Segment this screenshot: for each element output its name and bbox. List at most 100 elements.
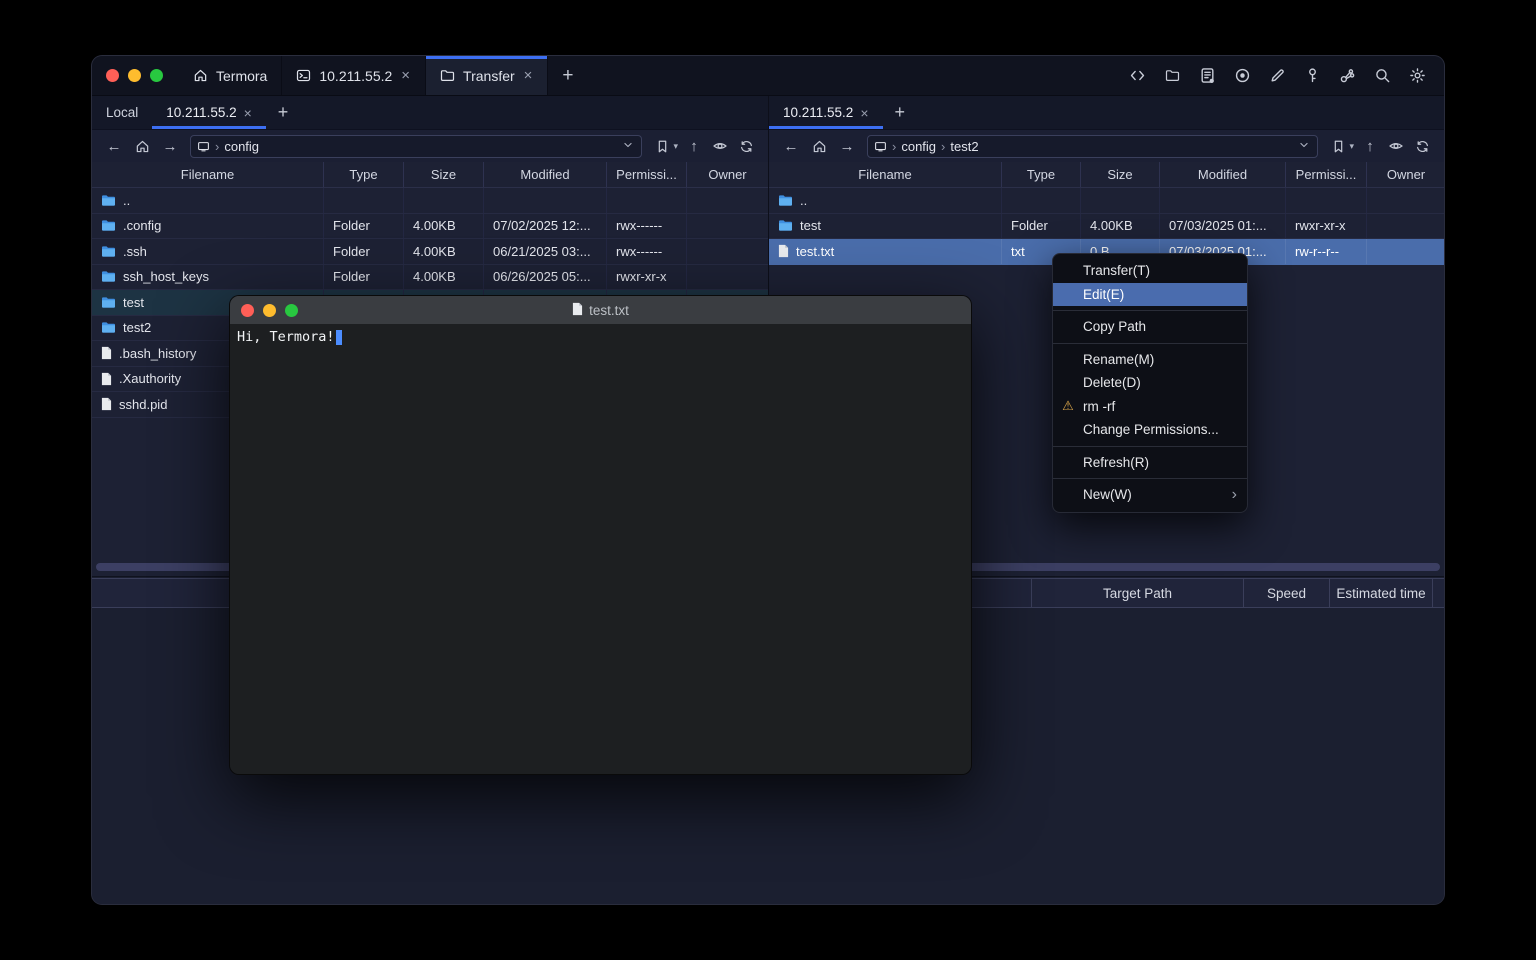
column-header-modified[interactable]: Modified — [484, 162, 607, 187]
close-tab-icon[interactable]: × — [860, 105, 868, 121]
file-row--config[interactable]: .configFolder4.00KB07/02/2025 12:...rwx-… — [92, 214, 768, 240]
file-row--[interactable]: .. — [92, 188, 768, 214]
show-hidden-files-button[interactable] — [708, 134, 732, 158]
record-button[interactable] — [1229, 63, 1255, 89]
path-segment[interactable]: config — [901, 139, 936, 154]
code-button[interactable] — [1124, 63, 1150, 89]
column-header-permissi-[interactable]: Permissi... — [607, 162, 687, 187]
filename-cell: .config — [92, 214, 324, 239]
home-icon — [812, 139, 827, 154]
permissions-cell: rwxr-xr-x — [607, 265, 687, 290]
file-icon — [101, 346, 112, 360]
menu-item-transfer-t-[interactable]: Transfer(T) — [1053, 259, 1247, 283]
new-main-tab-button[interactable]: + — [548, 56, 587, 95]
menu-item-rm-rf[interactable]: ⚠rm -rf — [1053, 395, 1247, 419]
right-pane-path-field[interactable]: ›config›test2 — [867, 135, 1318, 158]
minimize-window-button[interactable] — [128, 69, 141, 82]
bookmark-caret-icon[interactable]: ▾ — [1349, 141, 1354, 152]
main-tab-transfer[interactable]: Transfer× — [426, 56, 548, 95]
editor-zoom-button[interactable] — [285, 304, 298, 317]
filename-text: .bash_history — [119, 346, 196, 361]
column-header-size[interactable]: Size — [404, 162, 484, 187]
left-pane-tab-10-211-55-2[interactable]: 10.211.55.2× — [152, 96, 266, 129]
keychain-icon — [1339, 67, 1356, 84]
main-tab-10-211-55-2[interactable]: 10.211.55.2× — [282, 56, 426, 95]
column-header-size[interactable]: Size — [1081, 162, 1160, 187]
parent-directory-button[interactable]: ↑ — [682, 134, 706, 158]
file-row--ssh[interactable]: .sshFolder4.00KB06/21/2025 03:...rwx----… — [92, 239, 768, 265]
refresh-button[interactable] — [734, 134, 758, 158]
desktop: Termora10.211.55.2×Transfer× + Local10.2… — [0, 0, 1536, 960]
main-tab-termora[interactable]: Termora — [179, 56, 282, 95]
folder-icon — [101, 194, 116, 207]
bookmark-button[interactable] — [650, 134, 674, 158]
column-header-owner[interactable]: Owner — [687, 162, 768, 187]
column-header-filename[interactable]: Filename — [92, 162, 324, 187]
menu-item-delete-d-[interactable]: Delete(D) — [1053, 371, 1247, 395]
close-tab-icon[interactable]: × — [523, 67, 534, 84]
code-icon — [1129, 67, 1146, 84]
editor-content[interactable]: Hi, Termora! — [230, 324, 971, 774]
menu-item-change-permissions-[interactable]: Change Permissions... — [1053, 418, 1247, 442]
close-tab-icon[interactable]: × — [244, 105, 252, 121]
refresh-button[interactable] — [1410, 134, 1434, 158]
column-header-owner[interactable]: Owner — [1367, 162, 1444, 187]
back-button[interactable]: ← — [102, 134, 126, 158]
search-button[interactable] — [1369, 63, 1395, 89]
left-pane-tab-local[interactable]: Local — [92, 96, 152, 129]
settings-button[interactable] — [1404, 63, 1430, 89]
bookmark-caret-icon[interactable]: ▾ — [673, 141, 678, 152]
forward-button[interactable]: → — [835, 134, 859, 158]
file-row--[interactable]: .. — [769, 188, 1444, 214]
keychain-button[interactable] — [1334, 63, 1360, 89]
close-tab-icon[interactable]: × — [400, 67, 411, 84]
pane-tab-label: 10.211.55.2 — [783, 105, 853, 120]
zoom-window-button[interactable] — [150, 69, 163, 82]
menu-item-rename-m-[interactable]: Rename(M) — [1053, 348, 1247, 372]
path-dropdown-button[interactable] — [621, 138, 635, 155]
column-header-type[interactable]: Type — [1002, 162, 1081, 187]
column-header-modified[interactable]: Modified — [1160, 162, 1286, 187]
menu-item-edit-e-[interactable]: Edit(E) — [1053, 283, 1247, 307]
column-header-type[interactable]: Type — [324, 162, 404, 187]
chevron-down-icon — [1297, 138, 1311, 152]
column-header-filename[interactable]: Filename — [769, 162, 1002, 187]
right-pane-tab-10-211-55-2[interactable]: 10.211.55.2 × — [769, 96, 883, 129]
column-header-permissi-[interactable]: Permissi... — [1286, 162, 1367, 187]
bookmark-button[interactable] — [1326, 134, 1350, 158]
back-button[interactable]: ← — [779, 134, 803, 158]
menu-item-copy-path[interactable]: Copy Path — [1053, 315, 1247, 339]
menu-item-refresh-r-[interactable]: Refresh(R) — [1053, 451, 1247, 475]
file-row-test[interactable]: testFolder4.00KB07/03/2025 01:...rwxr-xr… — [769, 214, 1444, 240]
menu-item-new-w-[interactable]: New(W)› — [1053, 483, 1247, 507]
size-cell: 4.00KB — [404, 265, 484, 290]
pencil-button[interactable] — [1264, 63, 1290, 89]
transfer-col-target-path[interactable]: Target Path — [1031, 579, 1243, 607]
forward-button[interactable]: → — [158, 134, 182, 158]
file-row-ssh-host-keys[interactable]: ssh_host_keysFolder4.00KB06/26/2025 05:.… — [92, 265, 768, 291]
right-pane-new-tab-button[interactable]: + — [883, 96, 918, 129]
editor-close-button[interactable] — [241, 304, 254, 317]
home-button[interactable] — [130, 134, 154, 158]
path-segment[interactable]: config — [224, 139, 259, 154]
log-button[interactable] — [1194, 63, 1220, 89]
key-button[interactable] — [1299, 63, 1325, 89]
transfer-col-speed[interactable]: Speed — [1243, 579, 1329, 607]
left-pane-path-field[interactable]: ›config — [190, 135, 642, 158]
path-segment[interactable]: test2 — [950, 139, 978, 154]
transfer-col-estimated-time[interactable]: Estimated time — [1329, 579, 1432, 607]
path-dropdown-button[interactable] — [1297, 138, 1311, 155]
left-pane-new-tab-button[interactable]: + — [266, 96, 301, 129]
home-button[interactable] — [807, 134, 831, 158]
editor-titlebar[interactable]: test.txt — [230, 296, 971, 324]
parent-directory-button[interactable]: ↑ — [1358, 134, 1382, 158]
close-window-button[interactable] — [106, 69, 119, 82]
size-cell: 4.00KB — [1081, 214, 1160, 239]
record-icon — [1234, 67, 1251, 84]
editor-minimize-button[interactable] — [263, 304, 276, 317]
show-hidden-files-button[interactable] — [1384, 134, 1408, 158]
folder-button[interactable] — [1159, 63, 1185, 89]
main-tab-label: Termora — [216, 68, 267, 84]
modified-cell: 06/26/2025 05:... — [484, 265, 607, 290]
filename-text: test — [123, 295, 144, 310]
